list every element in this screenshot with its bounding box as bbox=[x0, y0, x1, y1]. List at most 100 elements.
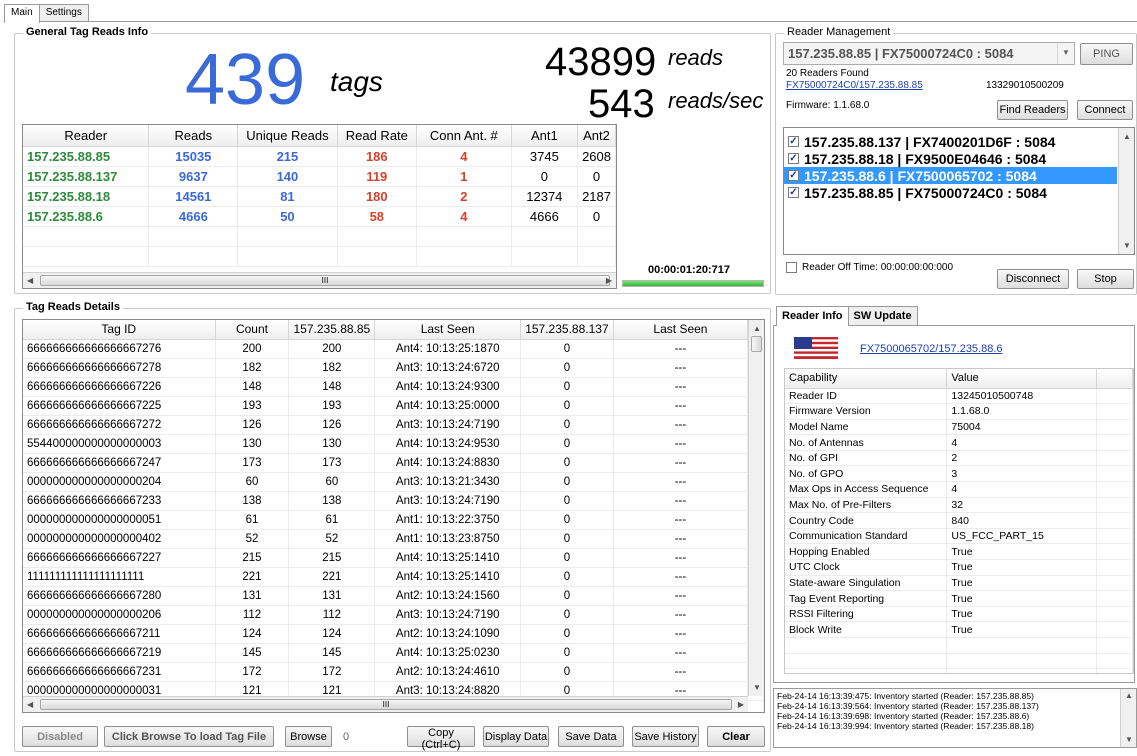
tab-settings[interactable]: Settings bbox=[38, 4, 89, 22]
table-row[interactable]: 000000000000000000051 61 61 Ant1: 10:13:22:… bbox=[23, 510, 764, 530]
column-header[interactable]: Read Rate bbox=[337, 125, 418, 147]
table-row[interactable]: 157.235.88.85 15035 215 186 4 3745 2608 bbox=[23, 146, 616, 167]
chevron-down-icon[interactable]: ▼ bbox=[1057, 43, 1074, 64]
table-row[interactable]: Block Write True bbox=[785, 621, 1133, 638]
reader-select[interactable]: 157.235.88.85 | FX75000724C0 : 5084 ▼ bbox=[783, 42, 1075, 65]
table-row[interactable]: 666666666666666667280 131 131 Ant2: 10:13:2… bbox=[23, 586, 764, 606]
table-row[interactable]: 666666666666666667227 215 215 Ant4: 10:13:2… bbox=[23, 548, 764, 568]
table-row[interactable]: 000000000000000000206 112 112 Ant3: 10:13:2… bbox=[23, 605, 764, 625]
column-header[interactable]: 157.235.88.137 bbox=[520, 320, 614, 340]
column-header[interactable]: Reads bbox=[148, 125, 239, 147]
event-log[interactable]: Feb-24-14 16:13:39:475: Inventory starte… bbox=[773, 688, 1137, 748]
clear-button[interactable]: Clear bbox=[707, 726, 765, 747]
table-row[interactable]: 554400000000000000003 130 130 Ant4: 10:13:2… bbox=[23, 434, 764, 454]
reader-off-time-checkbox[interactable] bbox=[786, 262, 797, 273]
scroll-right-icon[interactable]: ▶ bbox=[606, 276, 612, 285]
checkbox-checked-icon[interactable]: ✓ bbox=[788, 170, 799, 181]
column-header[interactable]: Value bbox=[946, 369, 1098, 389]
table-row[interactable]: 666666666666666667247 173 173 Ant4: 10:13:2… bbox=[23, 453, 764, 473]
column-header[interactable]: Ant1 bbox=[511, 125, 579, 147]
table-row[interactable]: Max Ops in Access Sequence 4 bbox=[785, 481, 1133, 498]
table-row[interactable]: No. of GPI 2 bbox=[785, 450, 1133, 467]
tag-details-grid[interactable]: Tag ID Count 157.235.88.85 Last Seen 157.235… bbox=[22, 319, 765, 713]
table-row[interactable]: Country Code 840 bbox=[785, 512, 1133, 529]
checkbox-checked-icon[interactable]: ✓ bbox=[788, 153, 799, 164]
scroll-right-icon[interactable]: ▶ bbox=[738, 700, 744, 709]
table-row[interactable]: 666666666666666667211 124 124 Ant2: 10:13:2… bbox=[23, 624, 764, 644]
table-row[interactable]: Tag Event Reporting True bbox=[785, 590, 1133, 607]
ping-button[interactable]: PING bbox=[1080, 43, 1133, 65]
reader-list-item[interactable]: ✓ 157.235.88.6 | FX7500065702 : 5084 bbox=[784, 167, 1117, 184]
reader-off-time-row[interactable]: Reader Off Time: 00:00:00:00:000 bbox=[786, 262, 953, 273]
table-row[interactable]: State-aware Singulation True bbox=[785, 575, 1133, 592]
table-row[interactable]: Communication Standard US_FCC_PART_15 bbox=[785, 528, 1133, 545]
scroll-left-icon[interactable]: ◀ bbox=[27, 276, 33, 285]
column-header[interactable]: Count bbox=[215, 320, 290, 340]
reader-info-link[interactable]: FX7500065702/157.235.88.6 bbox=[860, 343, 1003, 355]
reader-summary-grid[interactable]: Reader Reads Unique Reads Read Rate Conn Ant… bbox=[22, 124, 617, 289]
table-row[interactable]: Reader ID 13245010500748 bbox=[785, 388, 1133, 405]
table-row[interactable]: 666666666666666667225 193 193 Ant4: 10:13:2… bbox=[23, 396, 764, 416]
column-header[interactable]: 157.235.88.85 bbox=[288, 320, 376, 340]
table-row[interactable]: 157.235.88.137 9637 140 119 1 0 0 bbox=[23, 166, 616, 187]
table-row[interactable]: Model Name 75004 bbox=[785, 419, 1133, 436]
reader-link[interactable]: FX75000724C0/157.235.88.85 bbox=[786, 80, 923, 91]
scroll-up-icon[interactable]: ▲ bbox=[753, 324, 761, 333]
scroll-down-icon[interactable]: ▼ bbox=[1123, 241, 1131, 250]
details-vscrollbar[interactable]: ▲ ▼ bbox=[748, 320, 764, 696]
reader-list-item[interactable]: ✓ 157.235.88.18 | FX9500E04646 : 5084 bbox=[784, 150, 1117, 167]
details-vscroll-thumb[interactable] bbox=[751, 336, 762, 352]
table-row[interactable]: 111111111111111111111 221 221 Ant4: 10:13:2… bbox=[23, 567, 764, 587]
scroll-down-icon[interactable]: ▼ bbox=[753, 683, 761, 692]
table-row[interactable]: 666666666666666667276 200 200 Ant4: 10:13:2… bbox=[23, 339, 764, 359]
table-row[interactable]: 666666666666666667233 138 138 Ant3: 10:13:2… bbox=[23, 491, 764, 511]
column-header[interactable]: Conn Ant. # bbox=[416, 125, 512, 147]
table-row[interactable]: 157.235.88.18 14561 81 180 2 12374 2187 bbox=[23, 186, 616, 207]
reader-list-item[interactable]: ✓ 157.235.88.85 | FX75000724C0 : 5084 bbox=[784, 184, 1117, 201]
summary-hscrollbar[interactable]: ◀ III ▶ bbox=[23, 272, 616, 288]
stop-button[interactable]: Stop bbox=[1077, 269, 1134, 289]
table-row[interactable]: No. of Antennas 4 bbox=[785, 434, 1133, 451]
scroll-left-icon[interactable]: ◀ bbox=[27, 700, 33, 709]
table-row[interactable]: 000000000000000000204 60 60 Ant3: 10:13:21:… bbox=[23, 472, 764, 492]
scroll-up-icon[interactable]: ▲ bbox=[1123, 132, 1131, 141]
table-row[interactable]: Max No. of Pre-Filters 32 bbox=[785, 497, 1133, 514]
checkbox-checked-icon[interactable]: ✓ bbox=[788, 136, 799, 147]
save-data-button[interactable]: Save Data bbox=[558, 726, 624, 747]
load-tag-file-hint[interactable]: Click Browse To load Tag File bbox=[104, 726, 274, 747]
save-history-button[interactable]: Save History bbox=[632, 726, 699, 747]
capability-grid[interactable]: Capability Value Reader ID 13245010500748 F… bbox=[784, 368, 1134, 674]
table-row[interactable]: RSSI Filtering True bbox=[785, 606, 1133, 623]
table-row[interactable]: 666666666666666667226 148 148 Ant4: 10:13:2… bbox=[23, 377, 764, 397]
column-header[interactable]: Last Seen bbox=[374, 320, 522, 340]
copy-button[interactable]: Copy (Ctrl+C) bbox=[407, 726, 475, 751]
connect-button[interactable]: Connect bbox=[1077, 100, 1133, 120]
table-row[interactable]: 666666666666666667219 145 145 Ant4: 10:13:2… bbox=[23, 643, 764, 663]
browse-button[interactable]: Browse bbox=[285, 726, 332, 747]
column-header[interactable]: Unique Reads bbox=[237, 125, 338, 147]
summary-hscroll-thumb[interactable]: III bbox=[40, 275, 610, 286]
table-row[interactable]: 666666666666666667231 172 172 Ant2: 10:13:2… bbox=[23, 662, 764, 682]
find-readers-button[interactable]: Find Readers bbox=[997, 100, 1068, 120]
table-row[interactable]: 666666666666666667278 182 182 Ant3: 10:13:2… bbox=[23, 358, 764, 378]
reader-list-vscrollbar[interactable]: ▲ ▼ bbox=[1118, 128, 1134, 254]
table-row[interactable]: No. of GPO 3 bbox=[785, 465, 1133, 483]
tab-sw-update[interactable]: SW Update bbox=[847, 306, 918, 326]
log-vscrollbar[interactable]: ▲ ▼ bbox=[1120, 689, 1136, 747]
tab-reader-info[interactable]: Reader Info bbox=[776, 306, 849, 326]
scroll-up-icon[interactable]: ▲ bbox=[1125, 691, 1133, 701]
table-row[interactable]: Hopping Enabled True bbox=[785, 543, 1133, 561]
table-row[interactable]: 000000000000000000402 52 52 Ant1: 10:13:23:… bbox=[23, 529, 764, 549]
details-hscroll-thumb[interactable]: III bbox=[40, 699, 732, 710]
display-data-button[interactable]: Display Data bbox=[483, 726, 549, 747]
reader-list-item[interactable]: ✓ 157.235.88.137 | FX7400201D6F : 5084 bbox=[784, 133, 1117, 150]
connected-readers-list[interactable]: ✓ 157.235.88.137 | FX7400201D6F : 5084 ✓ 15… bbox=[783, 127, 1135, 255]
column-header[interactable]: Ant2 bbox=[577, 125, 616, 147]
table-row[interactable]: Firmware Version 1.1.68.0 bbox=[785, 403, 1133, 420]
disconnect-button[interactable]: Disconnect bbox=[997, 269, 1069, 289]
column-header[interactable]: Capability bbox=[785, 369, 948, 389]
disabled-button[interactable]: Disabled bbox=[22, 726, 98, 747]
column-header[interactable]: Tag ID bbox=[23, 320, 216, 340]
scroll-down-icon[interactable]: ▼ bbox=[1125, 735, 1133, 745]
table-row[interactable]: UTC Clock True bbox=[785, 559, 1133, 576]
